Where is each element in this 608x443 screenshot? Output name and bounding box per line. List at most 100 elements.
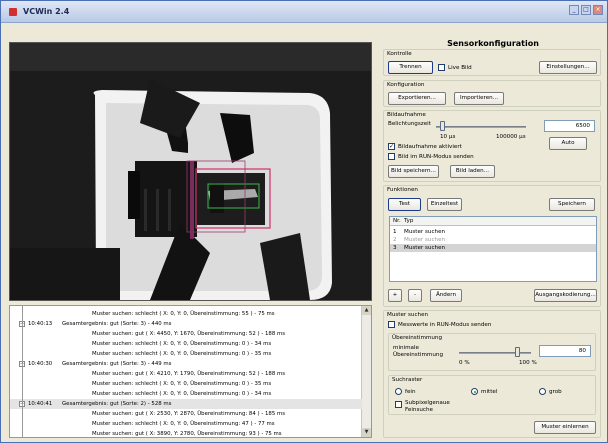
- aendern-button[interactable]: Ändern: [430, 289, 462, 302]
- log-row[interactable]: Muster suchen: schlecht ( X: 0, Y: 0, Üb…: [10, 339, 362, 349]
- messwerte-checkbox[interactable]: [388, 321, 395, 328]
- uebereinstimmung-input[interactable]: 80: [539, 345, 591, 357]
- bildaufnahme-aktiviert-checkbox[interactable]: ✓: [388, 143, 395, 150]
- log-row[interactable]: −10:40:13Gesamtergebnis: gut (Sorte: 3) …: [10, 319, 362, 329]
- speichern-button[interactable]: Speichern: [549, 198, 595, 211]
- scroll-up-icon[interactable]: ▲: [362, 306, 371, 315]
- app-icon: [9, 8, 17, 16]
- ausgangskodierung-button[interactable]: Ausgangskodierung...: [534, 289, 597, 302]
- subpixel-label-2: Feinsuche: [405, 407, 433, 413]
- log-message: Muster suchen: schlecht ( X: 0, Y: 0, Üb…: [92, 421, 275, 427]
- group-konfiguration: Konfiguration Exportieren... Importieren…: [383, 80, 601, 107]
- exportieren-button[interactable]: Exportieren...: [388, 92, 446, 105]
- log-message: Muster suchen: schlecht ( X: 0, Y: 0, Üb…: [92, 381, 272, 387]
- belichtungszeit-input[interactable]: 6500: [544, 120, 595, 132]
- group-kontrolle: Kontrolle Trennen Live Bild Einstellunge…: [383, 49, 601, 76]
- remove-function-button[interactable]: -: [408, 289, 422, 302]
- log-row[interactable]: Muster suchen: gut ( X: 4210, Y: 1790, Ü…: [10, 369, 362, 379]
- add-function-button[interactable]: +: [388, 289, 402, 302]
- function-row-typ: Muster suchen: [404, 229, 446, 235]
- group-label-uebereinstimmung: Übereinstimmung: [392, 335, 443, 341]
- log-time: 10:40:41: [28, 401, 53, 407]
- einstellungen-button[interactable]: Einstellungen...: [539, 61, 597, 74]
- log-row[interactable]: Muster suchen: schlecht ( X: 0, Y: 0, Üb…: [10, 419, 362, 429]
- belichtungszeit-label: Belichtungszeit: [388, 121, 431, 127]
- function-row-nr: 2: [393, 237, 397, 243]
- function-row[interactable]: 1 Muster suchen: [390, 228, 596, 236]
- live-bild-label: Live Bild: [448, 65, 472, 71]
- col-typ-header[interactable]: Typ: [404, 218, 413, 224]
- messwerte-label: Messwerte in RUN-Modus senden: [398, 322, 492, 328]
- fein-radio[interactable]: [395, 388, 402, 395]
- log-scrollbar[interactable]: ▲ ▼: [361, 306, 371, 437]
- scroll-down-icon[interactable]: ▼: [362, 428, 371, 437]
- log-message: Gesamtergebnis: gut (Sorte: 2) - 528 ms: [62, 401, 172, 407]
- bild-laden-button[interactable]: Bild laden...: [450, 165, 495, 178]
- group-suchraster: Suchraster fein mittel grob Subpixelgena…: [388, 375, 596, 415]
- run-modus-label: Bild im RUN-Modus senden: [398, 154, 474, 160]
- log-row[interactable]: Muster suchen: schlecht ( X: 0, Y: 0, Üb…: [10, 349, 362, 359]
- log-row[interactable]: Muster suchen: gut ( X: 2530, Y: 2870, Ü…: [10, 409, 362, 419]
- log-row[interactable]: −10:40:30Gesamtergebnis: gut (Sorte: 3) …: [10, 359, 362, 369]
- log-row[interactable]: Muster suchen: schlecht ( X: 0, Y: 0, Üb…: [10, 309, 362, 319]
- camera-view[interactable]: [9, 42, 372, 301]
- log-message: Muster suchen: schlecht ( X: 0, Y: 0, Üb…: [92, 341, 272, 347]
- bildaufnahme-aktiviert-label: Bildaufnahme aktiviert: [398, 144, 462, 150]
- funktionen-list[interactable]: Nr. Typ 1 Muster suchen 2 Muster suchen 3 Mus…: [389, 216, 597, 282]
- log-time: 10:40:30: [28, 361, 53, 367]
- uebereinstimmung-slider-thumb[interactable]: [514, 347, 520, 357]
- run-modus-checkbox[interactable]: [388, 153, 395, 160]
- group-muster-suchen: Muster suchen Messwerte in RUN-Modus sen…: [383, 310, 601, 438]
- log-row[interactable]: Muster suchen: schlecht ( X: 0, Y: 0, Üb…: [10, 389, 362, 399]
- function-row-typ: Muster suchen: [404, 245, 446, 251]
- pct-min-label: 0 %: [459, 360, 470, 366]
- log-row[interactable]: −10:40:41Gesamtergebnis: gut (Sorte: 2) …: [10, 399, 362, 409]
- subpixel-checkbox[interactable]: [395, 401, 402, 408]
- mittel-radio[interactable]: [471, 388, 478, 395]
- group-label-bildaufnahme: Bildaufnahme: [387, 112, 426, 118]
- log-message: Gesamtergebnis: gut (Sorte: 3) - 440 ms: [62, 321, 172, 327]
- log-message: Muster suchen: schlecht ( X: 0, Y: 0, Üb…: [92, 311, 275, 317]
- log-message: Muster suchen: schlecht ( X: 0, Y: 0, Üb…: [92, 391, 272, 397]
- function-row[interactable]: 3 Muster suchen: [390, 244, 596, 252]
- log-tree-line: [22, 306, 23, 437]
- belichtungszeit-slider-thumb[interactable]: [440, 121, 446, 131]
- group-bildaufnahme: Bildaufnahme Belichtungszeit 6500 10 µs …: [383, 110, 601, 182]
- trennen-button[interactable]: Trennen: [388, 61, 433, 74]
- muster-einlernen-button[interactable]: Muster einlernen: [534, 421, 596, 434]
- maximize-button[interactable]: □: [581, 5, 591, 15]
- function-row[interactable]: 2 Muster suchen: [390, 236, 596, 244]
- test-button[interactable]: Test: [388, 198, 421, 211]
- minimale-label: minimale: [393, 345, 419, 351]
- uebereinstimmung-slider[interactable]: [459, 352, 531, 354]
- log-row[interactable]: Muster suchen: schlecht ( X: 0, Y: 0, Üb…: [10, 379, 362, 389]
- function-row-nr: 3: [393, 245, 397, 251]
- col-nr-header[interactable]: Nr.: [393, 218, 401, 224]
- result-log[interactable]: ▲ ▼ Muster suchen: schlecht ( X: 0, Y: 0…: [9, 305, 372, 438]
- log-message: Muster suchen: gut ( X: 4450, Y: 1670, Ü…: [92, 331, 286, 337]
- fein-label: fein: [405, 389, 416, 395]
- log-row[interactable]: Muster suchen: gut ( X: 4450, Y: 1670, Ü…: [10, 329, 362, 339]
- group-funktionen: Funktionen Test Einzeltest Speichern Nr.…: [383, 185, 601, 307]
- auto-button[interactable]: Auto: [549, 137, 587, 150]
- function-row-typ: Muster suchen: [404, 237, 446, 243]
- funktionen-list-header: Nr. Typ: [390, 217, 596, 226]
- config-panel: Sensorkonfiguration Kontrolle Trennen Li…: [383, 39, 603, 438]
- minimize-button[interactable]: _: [569, 5, 579, 15]
- group-label-kontrolle: Kontrolle: [387, 51, 412, 57]
- group-label-funktionen: Funktionen: [387, 187, 418, 193]
- einzeltest-button[interactable]: Einzeltest: [427, 198, 462, 211]
- panel-title: Sensorkonfiguration: [447, 39, 539, 48]
- live-bild-checkbox[interactable]: [438, 64, 445, 71]
- grob-radio[interactable]: [539, 388, 546, 395]
- title-bar[interactable]: VCWin 2.4 _ □ ×: [1, 1, 607, 23]
- log-message: Muster suchen: gut ( X: 3890, Y: 2780, Ü…: [92, 431, 282, 437]
- importieren-button[interactable]: Importieren...: [454, 92, 504, 105]
- belichtungszeit-slider[interactable]: [436, 126, 526, 128]
- log-row[interactable]: Muster suchen: gut ( X: 3890, Y: 2780, Ü…: [10, 429, 362, 437]
- mittel-label: mittel: [481, 389, 498, 395]
- close-button[interactable]: ×: [593, 5, 603, 15]
- log-message: Muster suchen: gut ( X: 4210, Y: 1790, Ü…: [92, 371, 286, 377]
- bild-speichern-button[interactable]: Bild speichern...: [388, 165, 439, 178]
- log-message: Gesamtergebnis: gut (Sorte: 3) - 449 ms: [62, 361, 172, 367]
